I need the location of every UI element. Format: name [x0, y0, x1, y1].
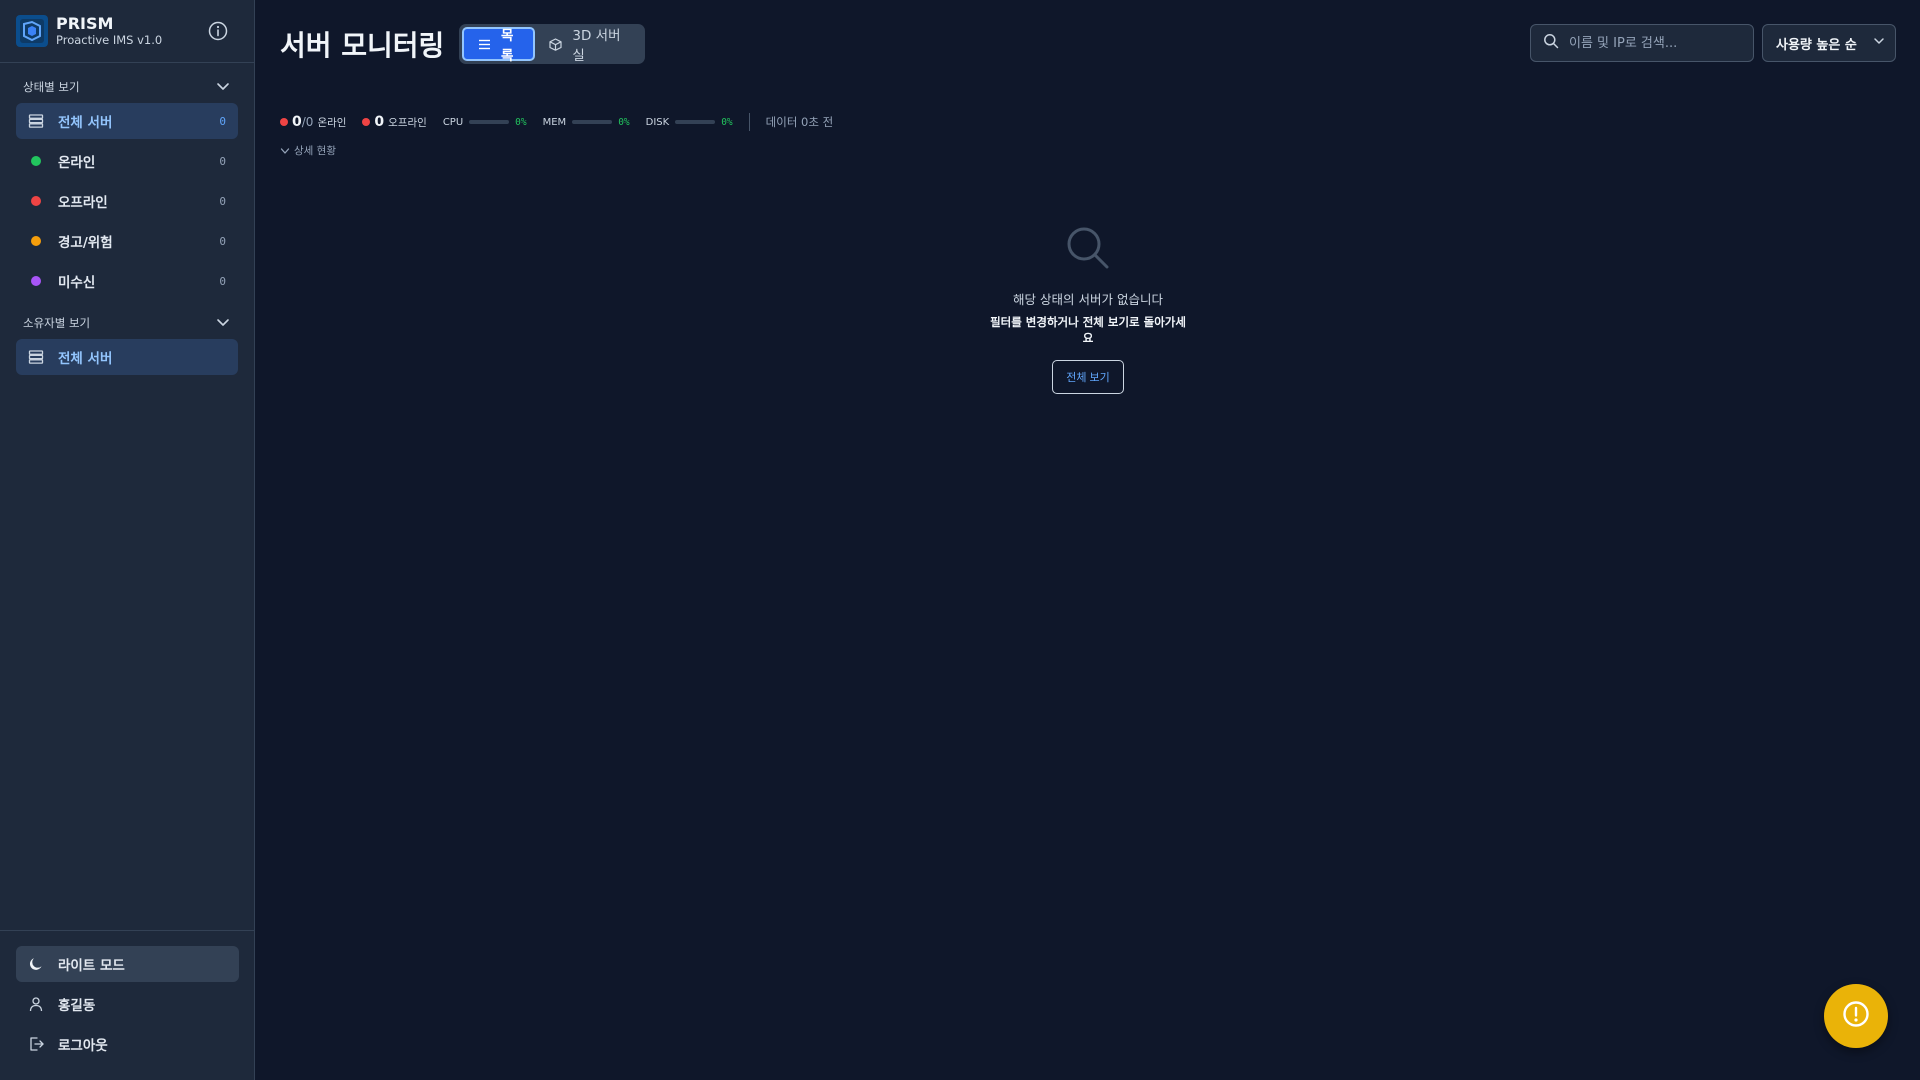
- offline-status-dot: [362, 118, 371, 126]
- list-icon: [478, 38, 491, 51]
- cpu-meter: [469, 120, 510, 124]
- view-toggle: 목록 3D 서버실: [459, 24, 645, 64]
- owner-section-title: 소유자별 보기: [23, 316, 91, 330]
- disk-value: 0%: [721, 116, 733, 128]
- cube-icon: [549, 37, 562, 51]
- sidebar-item-owner-all-servers[interactable]: 전체 서버: [16, 339, 238, 375]
- logout-button[interactable]: 로그아웃: [16, 1026, 239, 1062]
- sidebar-item-count: 0: [219, 194, 226, 208]
- user-name: 홍길동: [58, 998, 96, 1014]
- view-list-button[interactable]: 목록: [462, 27, 536, 64]
- search-icon: [988, 225, 1188, 275]
- detail-toggle-label: 상세 현황: [294, 145, 336, 157]
- user-profile-button[interactable]: 홍길동: [16, 986, 239, 1022]
- sidebar-item-count: 0: [219, 154, 226, 168]
- search-icon: [1543, 33, 1559, 53]
- search-field[interactable]: [1530, 24, 1754, 62]
- info-icon[interactable]: [208, 21, 228, 41]
- sidebar-item-count: 0: [219, 274, 226, 288]
- chevron-down-icon: [216, 79, 230, 96]
- view-all-button[interactable]: 전체 보기: [1052, 360, 1124, 394]
- moon-icon: [28, 956, 44, 972]
- chevron-down-icon: [1873, 35, 1885, 51]
- online-status-dot: [280, 118, 288, 126]
- online-status-dot: [31, 156, 41, 166]
- server-icon: [28, 349, 44, 365]
- sidebar-item-no-signal[interactable]: 미수신 0: [16, 263, 238, 299]
- search-input[interactable]: [1569, 35, 1739, 51]
- online-count: 0: [292, 114, 302, 130]
- logout-label: 로그아웃: [58, 1038, 108, 1054]
- online-total: /0: [301, 115, 314, 129]
- empty-state-subtitle: 필터를 변경하거나 전체 보기로 돌아가세요: [990, 315, 1186, 345]
- theme-toggle-button[interactable]: 라이트 모드: [16, 946, 239, 982]
- theme-toggle-label: 라이트 모드: [58, 958, 125, 974]
- offline-label: 오프라인: [388, 116, 427, 129]
- sidebar-item-count: 0: [219, 114, 226, 128]
- detail-toggle[interactable]: 상세 현황: [280, 143, 336, 158]
- sort-select-value: 사용량 높은 순: [1776, 37, 1857, 53]
- alert-icon: [1842, 1000, 1870, 1032]
- sidebar-item-label: 전체 서버: [58, 351, 113, 367]
- sidebar-footer: 라이트 모드 홍길동 로그아웃: [0, 930, 255, 1080]
- sidebar: PRISM Proactive IMS v1.0 상태별 보기 전체 서버 0 …: [0, 0, 255, 1080]
- brand-header: PRISM Proactive IMS v1.0: [0, 0, 254, 63]
- status-section-header[interactable]: 상태별 보기: [0, 75, 254, 99]
- sidebar-item-label: 전체 서버: [58, 115, 113, 131]
- view-3d-button[interactable]: 3D 서버실: [535, 27, 642, 64]
- brand-subtitle: Proactive IMS v1.0: [56, 33, 163, 47]
- page-title: 서버 모니터링: [280, 29, 445, 62]
- chevron-down-icon: [280, 146, 290, 156]
- sidebar-item-label: 오프라인: [58, 195, 108, 211]
- alert-fab-button[interactable]: [1824, 984, 1888, 1048]
- user-icon: [28, 996, 44, 1012]
- disk-label: DISK: [645, 116, 670, 128]
- prism-logo-icon: [16, 15, 48, 47]
- stats-summary: 0 /0 온라인 0 오프라인 CPU 0% MEM 0% DISK 0% 데이…: [280, 113, 833, 131]
- empty-state: 해당 상태의 서버가 없습니다 필터를 변경하거나 전체 보기로 돌아가세요 전…: [988, 225, 1188, 394]
- online-label: 온라인: [317, 116, 347, 129]
- sidebar-item-label: 온라인: [58, 155, 96, 171]
- sidebar-item-all-servers[interactable]: 전체 서버 0: [16, 103, 238, 139]
- brand-name: PRISM: [56, 14, 114, 33]
- no-signal-status-dot: [31, 276, 41, 286]
- sidebar-item-offline[interactable]: 오프라인 0: [16, 183, 238, 219]
- sidebar-item-label: 미수신: [58, 275, 96, 291]
- offline-count: 0: [374, 114, 385, 130]
- offline-status-dot: [31, 196, 41, 206]
- server-icon: [28, 113, 44, 129]
- owner-section-header[interactable]: 소유자별 보기: [0, 311, 254, 335]
- cpu-label: CPU: [442, 116, 464, 128]
- view-list-label: 목록: [501, 28, 514, 64]
- warning-status-dot: [31, 236, 41, 246]
- status-section-title: 상태별 보기: [23, 80, 80, 94]
- sidebar-item-warning[interactable]: 경고/위험 0: [16, 223, 238, 259]
- cpu-value: 0%: [515, 116, 527, 128]
- sidebar-item-label: 경고/위험: [58, 235, 113, 251]
- divider: [748, 113, 750, 131]
- last-updated: 데이터 0초 전: [765, 115, 834, 129]
- sidebar-item-online[interactable]: 온라인 0: [16, 143, 238, 179]
- empty-state-title: 해당 상태의 서버가 없습니다: [1013, 292, 1163, 307]
- sort-select[interactable]: 사용량 높은 순: [1762, 24, 1896, 62]
- chevron-down-icon: [216, 315, 230, 332]
- view-3d-label: 3D 서버실: [572, 28, 621, 64]
- logout-icon: [28, 1036, 44, 1052]
- mem-value: 0%: [618, 116, 630, 128]
- mem-meter: [572, 120, 613, 124]
- mem-label: MEM: [542, 116, 567, 128]
- disk-meter: [675, 120, 716, 124]
- sidebar-item-count: 0: [219, 234, 226, 248]
